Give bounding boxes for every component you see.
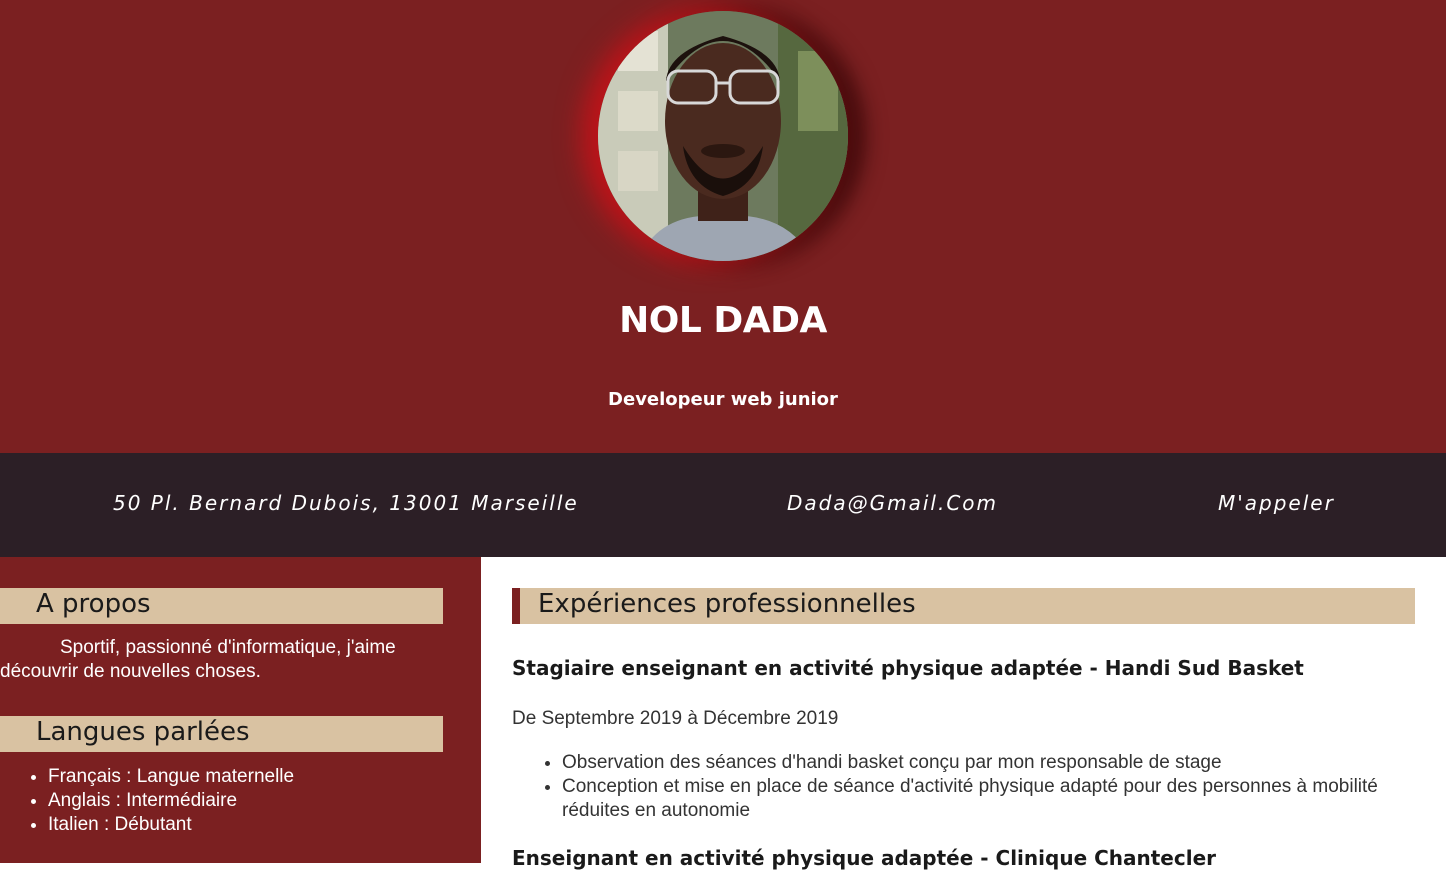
about-heading-label: A propos xyxy=(36,589,151,619)
experience-heading: Expériences professionnelles xyxy=(512,588,1415,624)
profile-photo xyxy=(598,11,848,261)
job-role: Developeur web junior xyxy=(608,389,838,410)
contact-address: 50 Pl. Bernard Dubois, 13001 Marseille xyxy=(113,491,579,515)
person-photo-icon xyxy=(598,11,848,261)
list-item: Anglais : Intermédiaire xyxy=(48,789,294,813)
languages-heading-label: Langues parlées xyxy=(36,717,250,747)
experience-heading-label: Expériences professionnelles xyxy=(538,589,916,619)
list-item: Italien : Débutant xyxy=(48,813,294,837)
job-title: Stagiaire enseignant en activité physiqu… xyxy=(512,656,1304,680)
person-name: NOL DADA xyxy=(619,300,827,341)
about-text: Sportif, passionné d'informatique, j'aim… xyxy=(0,637,396,682)
list-item: Observation des séances d'handi basket c… xyxy=(562,751,1442,775)
job-tasks-list: Observation des séances d'handi basket c… xyxy=(512,751,1442,823)
list-item: Français : Langue maternelle xyxy=(48,765,294,789)
contact-call-link[interactable]: M'appeler xyxy=(1218,491,1335,515)
job-title: Enseignant en activité physique adaptée … xyxy=(512,846,1217,870)
job-dates: De Septembre 2019 à Décembre 2019 xyxy=(512,708,839,729)
about-heading: A propos xyxy=(0,588,443,624)
languages-list: Français : Langue maternelle Anglais : I… xyxy=(0,765,294,837)
languages-heading: Langues parlées xyxy=(0,716,443,752)
list-item: Conception et mise en place de séance d'… xyxy=(562,775,1442,823)
contact-email-link[interactable]: Dada@Gmail.Com xyxy=(787,491,998,515)
